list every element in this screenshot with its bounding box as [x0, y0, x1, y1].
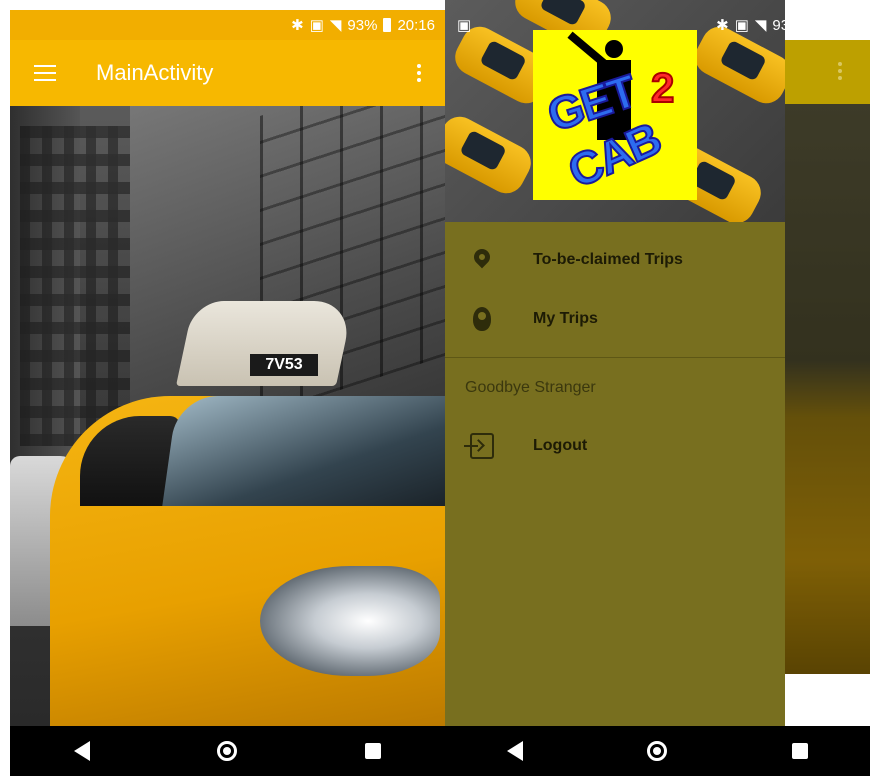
app-bar: MainActivity: [10, 40, 445, 106]
dimmed-hero-image[interactable]: [785, 104, 870, 674]
dimmed-app-bar: [785, 40, 870, 104]
status-time: 20:16: [397, 16, 435, 34]
headlight: [260, 566, 440, 676]
wifi-icon: ◥: [329, 17, 342, 34]
drawer-item-my-trips[interactable]: My Trips: [445, 290, 785, 348]
wifi-icon: ◥: [754, 17, 767, 34]
main-activity-screen: ✱ ▣ ◥ 93% 20:16 MainActivity 7V53: [10, 0, 445, 776]
navigation-drawer: GET CAB 2 To-be-claimed Trips My Trips G…: [445, 0, 785, 726]
bluetooth-icon: ✱: [291, 17, 304, 34]
status-time: 20:16: [822, 16, 860, 34]
drawer-item-label: To-be-claimed Trips: [533, 251, 683, 268]
location-pin-icon: [470, 245, 494, 269]
drawer-item-logout[interactable]: Logout: [445, 417, 785, 475]
battery-icon: [808, 18, 817, 32]
logout-icon: [464, 433, 494, 459]
drawer-item-label: My Trips: [533, 310, 598, 327]
battery-percent: 93%: [772, 16, 803, 34]
back-icon[interactable]: [507, 741, 524, 761]
bluetooth-icon: ✱: [716, 17, 729, 34]
battery-percent: 93%: [347, 16, 378, 34]
drawer-item-to-be-claimed-trips[interactable]: To-be-claimed Trips: [445, 231, 785, 289]
drawer-open-screen: GET CAB 2 To-be-claimed Trips My Trips G…: [445, 0, 870, 776]
drawer-item-label: Logout: [533, 437, 588, 454]
recent-apps-icon[interactable]: [365, 743, 382, 759]
roof-sign-number: 7V53: [250, 354, 318, 376]
dimmed-overflow-icon: [830, 62, 850, 80]
back-icon[interactable]: [73, 741, 90, 761]
taxi-hero-image: 7V53: [10, 106, 445, 726]
logo-text-two: 2: [650, 63, 675, 112]
battery-icon: [383, 18, 392, 32]
getcab2-logo: GET CAB 2: [533, 30, 697, 200]
person-pin-icon: [473, 307, 491, 331]
home-icon[interactable]: [217, 741, 238, 761]
status-bar: ▣ ✱ ▣ ◥ 93% 20:16: [445, 10, 870, 40]
drawer-section-header: Goodbye Stranger: [465, 379, 596, 396]
status-bar: ✱ ▣ ◥ 93% 20:16: [10, 10, 445, 40]
home-icon[interactable]: [647, 741, 668, 761]
image-notification-icon: ▣: [457, 17, 472, 34]
menu-icon[interactable]: [34, 65, 56, 81]
navigation-bar: [10, 726, 445, 776]
recent-apps-icon[interactable]: [791, 743, 808, 759]
nfc-icon: ▣: [309, 17, 324, 34]
nfc-icon: ▣: [734, 17, 749, 34]
overflow-menu-icon[interactable]: [409, 64, 429, 82]
navigation-bar: [445, 726, 870, 776]
drawer-divider: [445, 357, 785, 358]
app-title: MainActivity: [96, 60, 214, 85]
